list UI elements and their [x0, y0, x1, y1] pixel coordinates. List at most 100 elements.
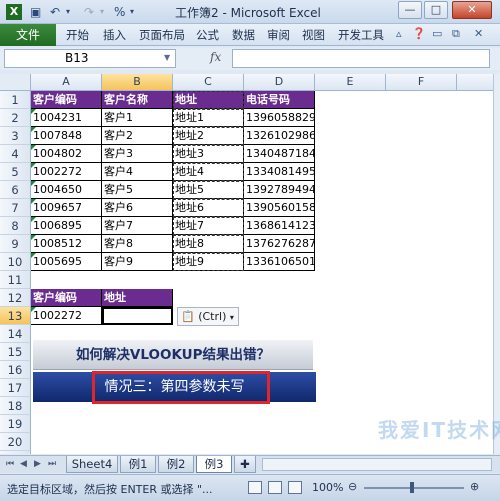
table-cell[interactable]: 地址4 — [173, 163, 244, 181]
table-cell[interactable]: 1006895 — [31, 217, 102, 235]
redo-icon[interactable]: ↷ — [84, 4, 94, 20]
redo-dropdown-icon[interactable]: ▾ — [100, 4, 104, 20]
table-cell[interactable]: 地址7 — [173, 217, 244, 235]
table-cell[interactable]: 客户9 — [102, 253, 173, 271]
table-cell[interactable]: 地址2 — [173, 127, 244, 145]
table-cell[interactable]: 1007848 — [31, 127, 102, 145]
column-header-c[interactable]: C — [173, 74, 244, 91]
tab-data[interactable]: 数据 — [232, 27, 255, 43]
table-cell[interactable]: 地址5 — [173, 181, 244, 199]
vertical-scrollbar[interactable] — [493, 74, 500, 454]
table-cell[interactable]: 1004802 — [31, 145, 102, 163]
row-header[interactable]: 7 — [0, 199, 31, 217]
table-header-cell[interactable]: 地址 — [173, 91, 244, 109]
row-header[interactable]: 10 — [0, 253, 31, 271]
table-cell[interactable]: 地址3 — [173, 145, 244, 163]
restore-icon[interactable]: ▭ — [432, 27, 442, 40]
page-layout-view-icon[interactable] — [268, 481, 282, 494]
name-box[interactable]: B13 — [4, 49, 176, 68]
table-cell[interactable]: 1005695 — [31, 253, 102, 271]
table-cell[interactable]: 13960588293 — [244, 109, 315, 127]
help-icon[interactable]: ❓ — [412, 27, 426, 40]
worksheet-grid[interactable]: A B C D E F 1 2 3 4 5 6 7 8 9 10 11 12 1… — [0, 74, 493, 454]
minimize-button[interactable]: — — [398, 1, 422, 19]
table-header-cell[interactable]: 客户编码 — [31, 91, 102, 109]
row-header[interactable]: 1 — [0, 91, 31, 109]
table-cell[interactable]: 13927894944 — [244, 181, 315, 199]
undo-icon[interactable]: ↶ — [50, 4, 60, 20]
percent-style-icon[interactable]: % — [114, 4, 125, 20]
table-cell[interactable]: 地址9 — [173, 253, 244, 271]
table-cell[interactable]: 客户1 — [102, 109, 173, 127]
row-header[interactable]: 12 — [0, 289, 31, 307]
maximize-button[interactable]: □ — [424, 1, 448, 19]
sheet-tab-ex2[interactable]: 例2 — [158, 456, 194, 473]
column-header-b[interactable]: B — [102, 74, 173, 91]
table-cell[interactable]: 1004650 — [31, 181, 102, 199]
row-header[interactable]: 18 — [0, 397, 31, 415]
sheet-tab-ex3[interactable]: 例3 — [196, 456, 232, 473]
zoom-slider-handle[interactable] — [410, 482, 414, 493]
table-cell[interactable]: 客户6 — [102, 199, 173, 217]
tab-developer[interactable]: 开发工具 — [338, 27, 384, 43]
table-cell[interactable]: 13905601587 — [244, 199, 315, 217]
lookup-header-cell[interactable]: 地址 — [102, 289, 173, 307]
row-header[interactable]: 16 — [0, 361, 31, 379]
paste-options-button[interactable]: 📋 (Ctrl) ▾ — [177, 307, 239, 326]
row-header[interactable]: 8 — [0, 217, 31, 235]
save-icon[interactable]: ▣ — [30, 4, 41, 20]
row-header[interactable]: 14 — [0, 325, 31, 343]
lookup-header-cell[interactable]: 客户编码 — [31, 289, 102, 307]
undo-dropdown-icon[interactable]: ▾ — [66, 4, 70, 20]
table-cell[interactable]: 客户5 — [102, 181, 173, 199]
table-cell[interactable]: 1008512 — [31, 235, 102, 253]
sheet-tab-ex1[interactable]: 例1 — [120, 456, 156, 473]
tab-review[interactable]: 审阅 — [267, 27, 290, 43]
close-button[interactable]: ✕ — [452, 1, 492, 19]
table-cell[interactable]: 13361065017 — [244, 253, 315, 271]
tab-file[interactable]: 文件 — [0, 24, 56, 46]
sheet-tab-sheet4[interactable]: Sheet4 — [66, 456, 118, 473]
row-header[interactable]: 13 — [0, 307, 31, 325]
tab-formulas[interactable]: 公式 — [196, 27, 219, 43]
formula-input[interactable] — [232, 49, 490, 68]
row-header[interactable]: 21 — [0, 451, 31, 454]
table-cell[interactable]: 13762762871 — [244, 235, 315, 253]
row-header[interactable]: 11 — [0, 271, 31, 289]
table-cell[interactable]: 13686141235 — [244, 217, 315, 235]
table-cell[interactable]: 13340814955 — [244, 163, 315, 181]
row-header[interactable]: 6 — [0, 181, 31, 199]
next-sheet-icon[interactable]: ▶ — [34, 459, 41, 469]
zoom-level[interactable]: 100% — [312, 481, 343, 494]
table-cell[interactable]: 地址1 — [173, 109, 244, 127]
row-header[interactable]: 19 — [0, 415, 31, 433]
horizontal-scrollbar[interactable] — [262, 458, 492, 471]
insert-function-icon[interactable]: fx — [210, 50, 221, 64]
row-header[interactable]: 4 — [0, 145, 31, 163]
column-header-f[interactable]: F — [386, 74, 457, 91]
column-header-e[interactable]: E — [315, 74, 386, 91]
column-header-g[interactable] — [457, 74, 493, 91]
table-cell[interactable]: 地址6 — [173, 199, 244, 217]
zoom-out-icon[interactable]: ⊖ — [348, 480, 357, 493]
tab-view[interactable]: 视图 — [302, 27, 325, 43]
lookup-value-cell[interactable]: 1002272 — [31, 307, 102, 325]
table-cell[interactable]: 客户4 — [102, 163, 173, 181]
page-break-view-icon[interactable] — [288, 481, 302, 494]
active-cell-b13[interactable] — [102, 307, 173, 325]
last-sheet-icon[interactable]: ⏭ — [48, 459, 56, 469]
table-cell[interactable]: 客户8 — [102, 235, 173, 253]
table-cell[interactable]: 1004231 — [31, 109, 102, 127]
table-header-cell[interactable]: 客户名称 — [102, 91, 173, 109]
row-header[interactable]: 9 — [0, 235, 31, 253]
table-cell[interactable]: 13261029862 — [244, 127, 315, 145]
row-header[interactable]: 17 — [0, 379, 31, 397]
table-cell[interactable]: 客户3 — [102, 145, 173, 163]
table-cell[interactable]: 客户2 — [102, 127, 173, 145]
customize-qat-icon[interactable]: ▾ — [130, 4, 134, 20]
minimize-ribbon-icon[interactable]: ▵ — [396, 27, 402, 40]
close-workbook-icon[interactable]: ✕ — [474, 27, 483, 40]
restore-window-icon[interactable]: ⧉ — [452, 27, 460, 41]
table-cell[interactable]: 1002272 — [31, 163, 102, 181]
chevron-down-icon[interactable]: ▼ — [164, 53, 170, 62]
